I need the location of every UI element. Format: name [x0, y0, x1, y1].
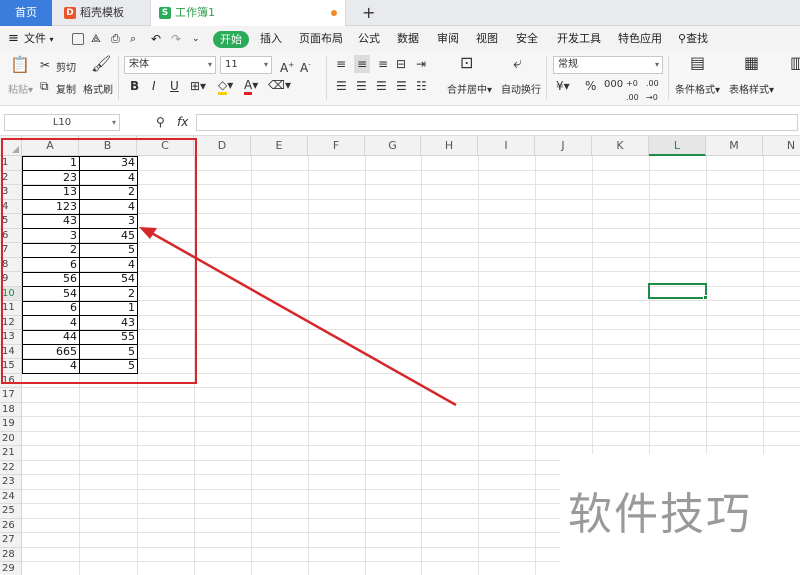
arrow-head	[139, 227, 157, 239]
watermark: 软件技巧	[568, 489, 752, 540]
arrow-line	[147, 229, 457, 407]
